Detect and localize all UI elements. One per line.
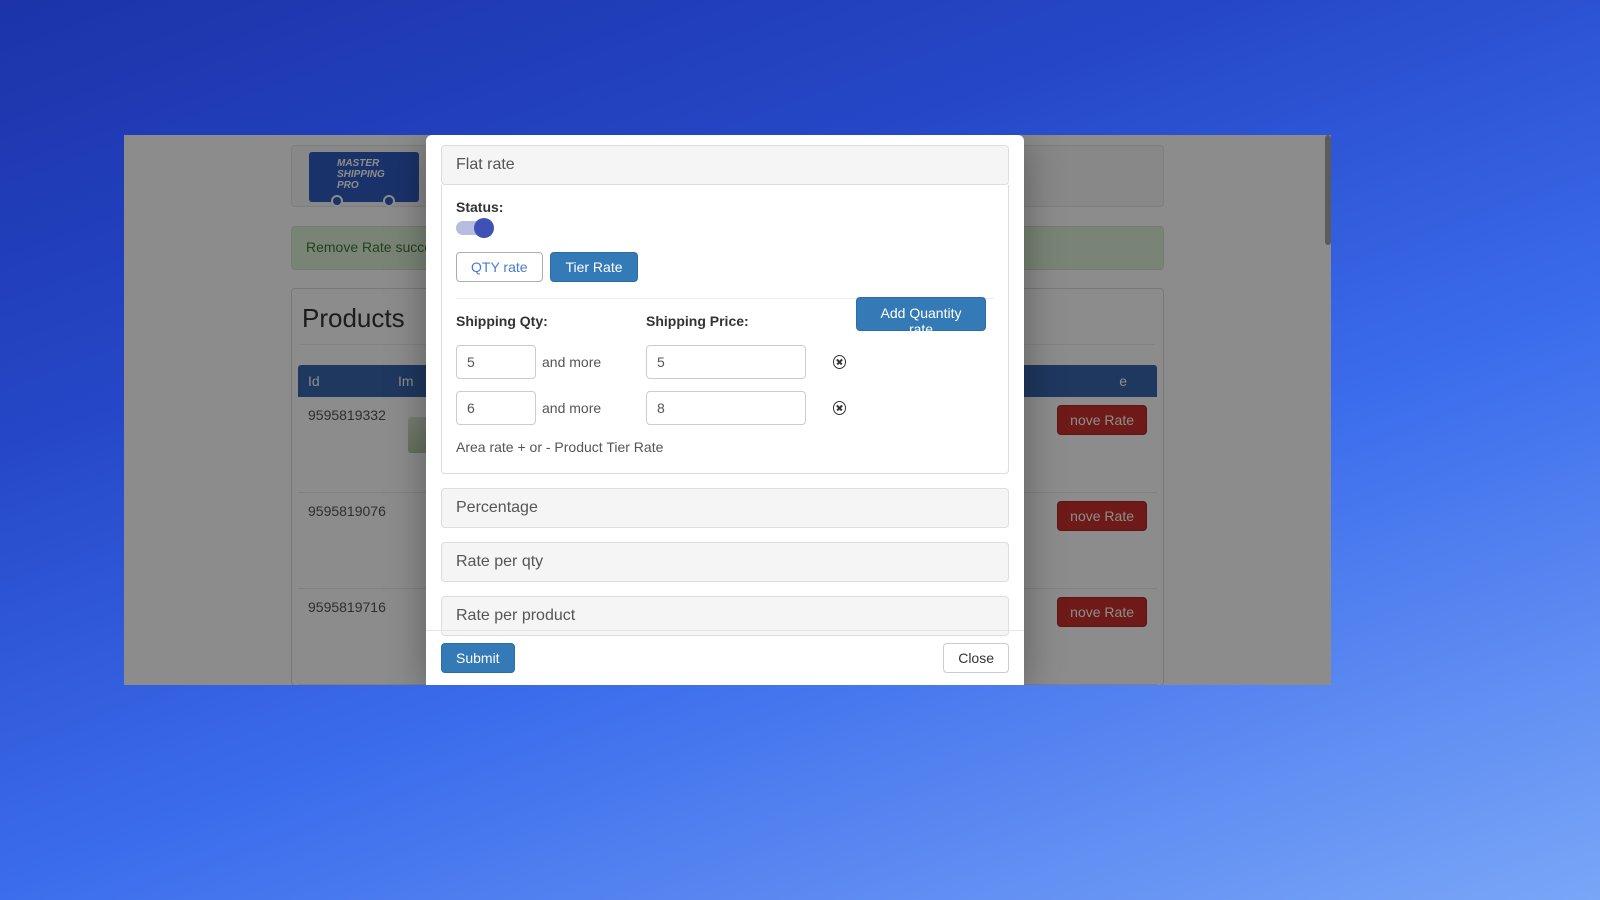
tier-rate-hint: Area rate + or - Product Tier Rate: [456, 439, 994, 455]
accordion: Flat rate Status: QTY rate Tier Rate Shi…: [441, 145, 1009, 636]
price-row: [646, 391, 846, 425]
price-row: [646, 345, 846, 379]
accordion-body-flat-rate: Status: QTY rate Tier Rate Shipping Qty:…: [441, 185, 1009, 474]
scrollbar-thumb[interactable]: [1325, 135, 1331, 245]
app-viewport: MASTER SHIPPING PRO te Need help? Remove…: [124, 135, 1331, 685]
accordion-header-rate-per-qty[interactable]: Rate per qty: [441, 542, 1009, 582]
remove-row-icon[interactable]: [833, 401, 846, 415]
and-more-label: and more: [542, 354, 601, 370]
accordion-header-flat-rate[interactable]: Flat rate: [441, 145, 1009, 185]
and-more-label: and more: [542, 400, 601, 416]
qty-row: and more: [456, 345, 636, 379]
shipping-qty-input[interactable]: [456, 345, 536, 379]
submit-button[interactable]: Submit: [441, 643, 515, 673]
shipping-qty-label: Shipping Qty:: [456, 313, 636, 329]
remove-row-icon[interactable]: [833, 355, 846, 369]
qty-rate-grid: Shipping Qty: and more and more Shipping…: [456, 313, 994, 437]
shipping-price-input[interactable]: [646, 391, 806, 425]
modal-footer: Submit Close: [426, 630, 1024, 685]
shipping-price-label: Shipping Price:: [646, 313, 846, 329]
qty-row: and more: [456, 391, 636, 425]
shipping-price-input[interactable]: [646, 345, 806, 379]
status-toggle[interactable]: [456, 221, 490, 235]
tab-tier-rate[interactable]: Tier Rate: [550, 252, 637, 282]
close-button[interactable]: Close: [943, 643, 1009, 673]
accordion-header-percentage[interactable]: Percentage: [441, 488, 1009, 528]
shipping-qty-input[interactable]: [456, 391, 536, 425]
scrollbar[interactable]: [1325, 135, 1331, 685]
rate-mode-tabs: QTY rate Tier Rate: [456, 252, 994, 299]
rate-settings-modal: Flat rate Status: QTY rate Tier Rate Shi…: [426, 135, 1024, 685]
status-label: Status:: [456, 199, 994, 215]
add-quantity-rate-button[interactable]: Add Quantity rate: [856, 297, 986, 331]
tab-qty-rate[interactable]: QTY rate: [456, 252, 543, 282]
